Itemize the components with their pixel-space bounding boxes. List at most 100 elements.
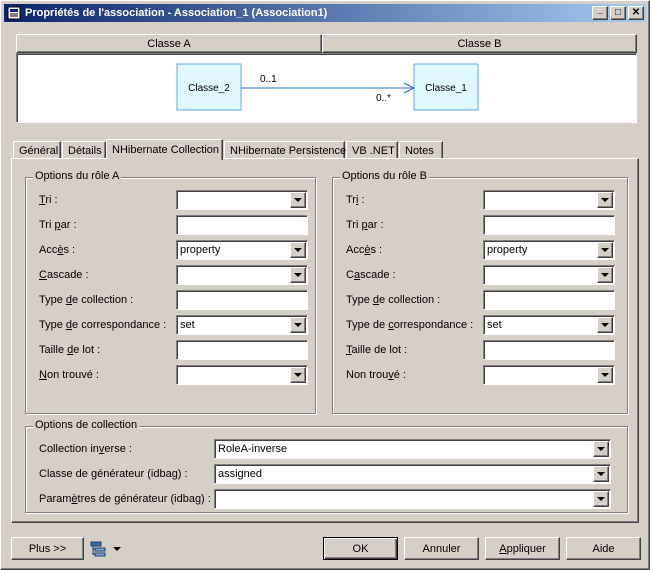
- diagram-canvas: Classe_2 Classe_1 0..1 0..*: [176, 63, 479, 111]
- tab-nhibernate-collection[interactable]: NHibernate Collection: [106, 139, 223, 160]
- role-a-tri-select[interactable]: [176, 190, 308, 210]
- chevron-down-icon[interactable]: [593, 466, 609, 482]
- chevron-down-icon[interactable]: [290, 267, 306, 283]
- role-b-cascade-label: Cascade :: [346, 269, 396, 281]
- chevron-down-icon[interactable]: [597, 242, 613, 258]
- role-b-type-correspondance-label: Type de correspondance :: [346, 319, 474, 331]
- tree-view-icon: [90, 541, 106, 556]
- multiplicity-left: 0..1: [260, 74, 277, 85]
- chevron-down-icon[interactable]: [597, 367, 613, 383]
- role-a-acces-select[interactable]: property: [176, 240, 308, 260]
- chevron-down-icon[interactable]: [113, 546, 121, 551]
- collection-options-group: Options de collection Collection inverse…: [25, 419, 628, 513]
- tab-general[interactable]: Général: [13, 141, 61, 159]
- role-a-type-correspondance-label: Type de correspondance :: [39, 319, 167, 331]
- minimize-icon: _: [597, 4, 603, 15]
- role-b-tri-par-label: Tri par :: [346, 219, 384, 231]
- more-button[interactable]: Plus >>: [11, 537, 84, 560]
- tab-details[interactable]: Détails: [62, 141, 106, 159]
- role-b-group-title: Options du rôle B: [340, 170, 429, 182]
- app-icon: [6, 5, 22, 21]
- chevron-down-icon[interactable]: [597, 317, 613, 333]
- role-b-non-trouve-select[interactable]: [483, 365, 615, 385]
- tab-label: Notes: [405, 144, 434, 157]
- role-b-tri-select[interactable]: [483, 190, 615, 210]
- close-button[interactable]: ✕: [628, 6, 644, 20]
- role-a-tri-par-input[interactable]: [176, 215, 308, 235]
- tab-label: NHibernate Persistence: [230, 144, 347, 157]
- tab-notes[interactable]: Notes: [399, 141, 443, 159]
- chevron-down-icon[interactable]: [597, 267, 613, 283]
- maximize-icon: □: [614, 7, 622, 18]
- role-b-options-group: Options du rôle B Tri : Tri par : Accès …: [332, 170, 628, 414]
- role-b-type-collection-label: Type de collection :: [346, 294, 441, 306]
- collection-inverse-select[interactable]: RoleA-inverse: [214, 439, 611, 459]
- tab-label: NHibernate Collection: [112, 144, 219, 156]
- role-a-tri-label: Tri :: [39, 194, 58, 206]
- role-a-non-trouve-label: Non trouvé :: [39, 369, 99, 381]
- tab-nhibernate-persistence[interactable]: NHibernate Persistence: [224, 141, 347, 159]
- chevron-down-icon[interactable]: [593, 491, 609, 507]
- role-b-non-trouve-label: Non trouvé :: [346, 369, 406, 381]
- close-icon: ✕: [631, 7, 641, 18]
- role-a-options-group: Options du rôle A Tri : Tri par : Accès …: [25, 170, 316, 414]
- role-b-acces-label: Accès :: [346, 244, 383, 256]
- more-button-label: Plus >>: [28, 542, 67, 555]
- chevron-down-icon[interactable]: [290, 242, 306, 258]
- role-a-group-title: Options du rôle A: [33, 170, 122, 182]
- tab-panel-nhibernate-collection: Options du rôle A Tri : Tri par : Accès …: [11, 158, 639, 523]
- chevron-down-icon[interactable]: [597, 192, 613, 208]
- role-b-type-correspondance-select[interactable]: set: [483, 315, 615, 335]
- chevron-down-icon[interactable]: [593, 441, 609, 457]
- tab-label: VB .NET: [352, 144, 395, 157]
- class-a-header[interactable]: Classe A: [16, 34, 322, 53]
- ok-button[interactable]: OK: [323, 537, 398, 560]
- window-title: Propriétés de l'association - Associatio…: [25, 7, 328, 19]
- minimize-button[interactable]: _: [592, 4, 608, 20]
- tab-label: Détails: [68, 144, 102, 157]
- role-a-type-collection-label: Type de collection :: [39, 294, 134, 306]
- generator-params-label: Paramètres de générateur (idbag) :: [39, 493, 211, 505]
- cancel-button[interactable]: Annuler: [404, 537, 479, 560]
- association-diagram: Classe_2 Classe_1 0..1 0..*: [16, 53, 637, 123]
- role-a-acces-label: Accès :: [39, 244, 76, 256]
- apply-button[interactable]: Appliquer: [485, 537, 560, 560]
- role-b-cascade-select[interactable]: [483, 265, 615, 285]
- class-a-label: Classe A: [147, 37, 191, 50]
- role-a-tri-par-label: Tri par :: [39, 219, 77, 231]
- class-b-header[interactable]: Classe B: [322, 34, 637, 53]
- role-a-cascade-label: Cascade :: [39, 269, 89, 281]
- role-a-type-correspondance-select[interactable]: set: [176, 315, 308, 335]
- title-bar[interactable]: Propriétés de l'association - Associatio…: [4, 4, 646, 22]
- class-right-name: Classe_1: [425, 83, 467, 94]
- tab-vbnet[interactable]: VB .NET: [346, 141, 398, 159]
- role-a-cascade-select[interactable]: [176, 265, 308, 285]
- chevron-down-icon[interactable]: [290, 317, 306, 333]
- generator-params-select[interactable]: [214, 489, 611, 509]
- chevron-down-icon[interactable]: [290, 367, 306, 383]
- ok-button-label: OK: [352, 542, 369, 555]
- tab-label: Général: [19, 144, 59, 157]
- view-menu-button[interactable]: [89, 539, 125, 558]
- apply-button-label: Appliquer: [499, 542, 546, 555]
- role-a-non-trouve-select[interactable]: [176, 365, 308, 385]
- class-left-name: Classe_2: [188, 83, 230, 94]
- help-button[interactable]: Aide: [566, 537, 641, 560]
- generator-class-select[interactable]: assigned: [214, 464, 611, 484]
- maximize-button[interactable]: □: [610, 6, 626, 20]
- role-b-taille-lot-label: Taille de lot :: [346, 344, 408, 356]
- class-b-label: Classe B: [457, 37, 502, 50]
- help-button-label: Aide: [592, 542, 615, 555]
- properties-dialog: Propriétés de l'association - Associatio…: [0, 0, 650, 570]
- role-b-tri-par-input[interactable]: [483, 215, 615, 235]
- role-a-taille-lot-input[interactable]: [176, 340, 308, 360]
- role-b-tri-label: Tri :: [346, 194, 365, 206]
- chevron-down-icon[interactable]: [290, 192, 306, 208]
- role-a-type-collection-input[interactable]: [176, 290, 308, 310]
- role-b-taille-lot-input[interactable]: [483, 340, 615, 360]
- role-b-acces-select[interactable]: property: [483, 240, 615, 260]
- multiplicity-right: 0..*: [376, 93, 391, 104]
- generator-class-label: Classe de générateur (idbag) :: [39, 468, 188, 480]
- collection-group-title: Options de collection: [33, 419, 140, 431]
- role-b-type-collection-input[interactable]: [483, 290, 615, 310]
